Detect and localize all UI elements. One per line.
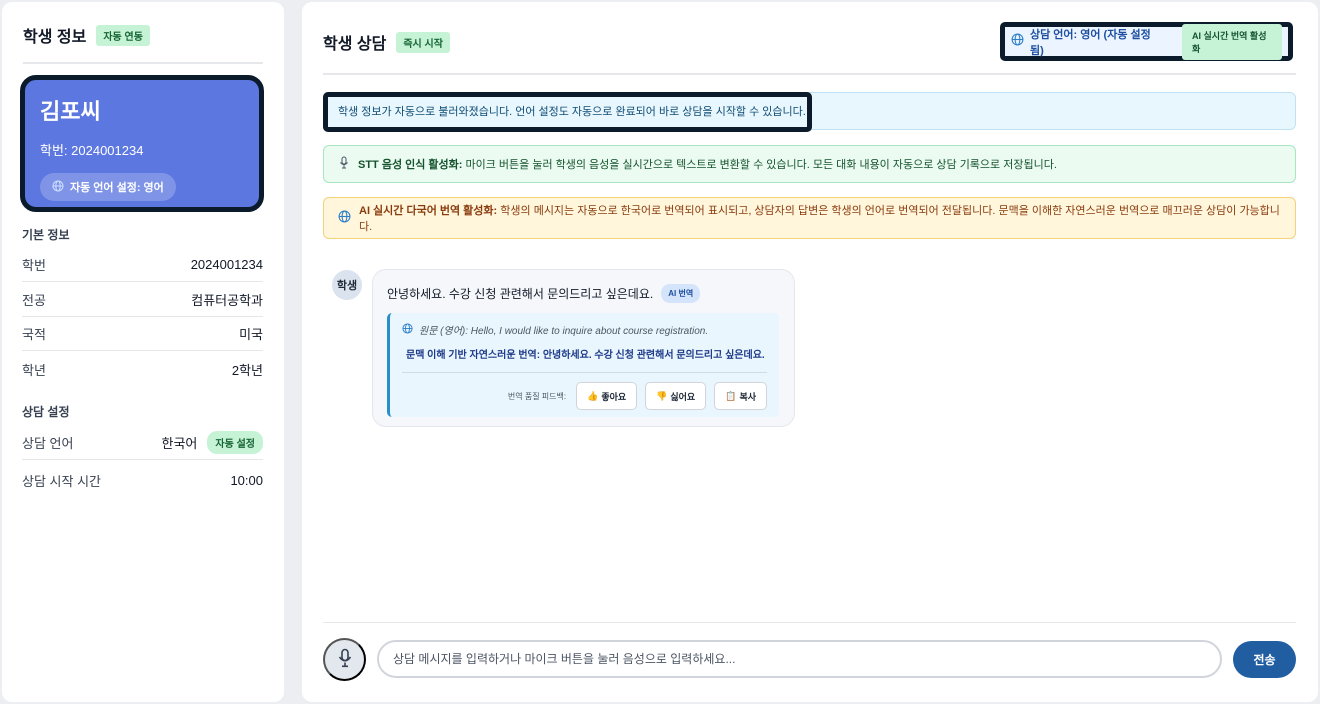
like-button[interactable]: 👍 좋아요 (576, 382, 638, 410)
message-text: 안녕하세요. 수강 신청 관련해서 문의드리고 싶은데요. (387, 287, 654, 301)
info-value: 한국어 (161, 436, 198, 451)
auto-sync-badge: 자동 연동 (96, 24, 150, 46)
info-value: 컴퓨터공학과 (191, 293, 263, 308)
student-message-bubble: 안녕하세요. 수강 신청 관련해서 문의드리고 싶은데요. AI 번역 원문 (… (372, 269, 795, 427)
globe-icon (402, 322, 413, 337)
divider (323, 622, 1296, 623)
auto-load-notice-text: 학생 정보가 자동으로 불러와졌습니다. 언어 설정도 자동으로 완료되어 바로… (338, 106, 806, 118)
divider (402, 372, 767, 373)
consult-settings-heading: 상담 설정 (22, 405, 70, 419)
instant-start-badge: 즉시 시작 (396, 31, 450, 53)
globe-icon (338, 210, 351, 226)
info-row-consult-language: 상담 언어 한국어 자동 설정 (22, 426, 263, 460)
stt-notice: STT 음성 인식 활성화: 마이크 버튼을 눌러 학생의 음성을 실시간으로 … (323, 145, 1296, 183)
like-label: 좋아요 (601, 391, 627, 402)
divider (23, 62, 263, 64)
info-row-start-time: 상담 시작 시간 10:00 (22, 463, 263, 497)
feedback-label: 번역 품질 피드백: (507, 391, 567, 401)
message-text-row: 안녕하세요. 수강 신청 관련해서 문의드리고 싶은데요. AI 번역 (387, 284, 780, 303)
info-key: 상담 시작 시간 (22, 473, 101, 489)
thumbs-up-icon: 👍 (587, 390, 599, 401)
auto-load-notice: 학생 정보가 자동으로 불러와졌습니다. 언어 설정도 자동으로 완료되어 바로… (323, 92, 1296, 132)
ai-translation-notice: AI 실시간 다국어 번역 활성화: 학생의 메시지는 자동으로 한국어로 번역… (323, 197, 1296, 239)
consultation-title: 학생 상담 (323, 36, 387, 53)
copy-label: 복사 (739, 391, 756, 402)
natural-translation: 문맥 이해 기반 자연스러운 번역: 안녕하세요. 수강 신청 관련해서 문의드… (406, 350, 765, 361)
student-info-header: 학생 정보 자동 연동 (23, 22, 263, 48)
translation-box: 원문 (영어): Hello, I would like to inquire … (387, 313, 779, 417)
student-card: 김포씨 학번: 2024001234 자동 언어 설정: 영어 (20, 75, 264, 212)
info-row-nationality: 국적 미국 (22, 317, 263, 351)
auto-set-badge: 자동 설정 (207, 431, 263, 454)
info-key: 학년 (22, 362, 46, 378)
copy-button[interactable]: 📋 복사 (714, 382, 767, 410)
divider (323, 73, 1296, 75)
ai-notice-title: AI 실시간 다국어 번역 활성화: (359, 205, 498, 217)
globe-icon (52, 180, 64, 195)
info-row-student-id: 학번 2024001234 (22, 248, 263, 282)
microphone-icon (337, 648, 353, 671)
language-status-box: 상담 언어: 영어 (자동 설정됨) AI 실시간 번역 활성화 (1000, 22, 1293, 61)
dislike-label: 싫어요 (670, 391, 696, 402)
original-text-row: 원문 (영어): Hello, I would like to inquire … (402, 322, 767, 337)
basic-info-heading: 기본 정보 (22, 228, 70, 242)
original-text: 원문 (영어): Hello, I would like to inquire … (419, 326, 709, 337)
microphone-button[interactable] (323, 638, 366, 681)
student-id: 학번: 2024001234 (40, 143, 144, 158)
info-key: 상담 언어 (22, 436, 74, 451)
info-value: 미국 (239, 327, 263, 342)
stt-notice-title: STT 음성 인식 활성화: (358, 159, 463, 171)
info-key: 국적 (22, 327, 46, 342)
ai-notice-text: 학생의 메시지는 자동으로 한국어로 번역되어 표시되고, 상담자의 답변은 학… (359, 205, 1280, 233)
globe-icon (1011, 33, 1024, 51)
dislike-button[interactable]: 👎 싫어요 (645, 382, 707, 410)
info-key: 전공 (22, 293, 46, 308)
stt-notice-text: 마이크 버튼을 눌러 학생의 음성을 실시간으로 텍스트로 변환할 수 있습니다… (465, 159, 1057, 171)
info-value: 2024001234 (190, 257, 263, 272)
microphone-icon (338, 156, 350, 172)
student-info-title: 학생 정보 (23, 29, 87, 46)
auto-language-chip: 자동 언어 설정: 영어 (40, 173, 176, 201)
thumbs-down-icon: 👎 (656, 390, 668, 401)
language-status-text: 상담 언어: 영어 (자동 설정됨) (1030, 28, 1151, 57)
consultation-header: 학생 상담 즉시 시작 (323, 30, 450, 54)
clipboard-icon: 📋 (725, 390, 737, 401)
translation-feedback: 번역 품질 피드백: 👍 좋아요 👎 싫어요 📋 복사 (402, 382, 767, 410)
info-row-major: 전공 컴퓨터공학과 (22, 283, 263, 317)
auto-language-label: 자동 언어 설정: 영어 (70, 182, 164, 194)
info-value: 2학년 (231, 362, 263, 378)
info-row-grade: 학년 2학년 (22, 352, 263, 386)
info-key: 학번 (22, 258, 46, 273)
info-value: 10:00 (230, 472, 263, 488)
send-button[interactable]: 전송 (1233, 641, 1296, 678)
ai-translated-tag: AI 번역 (661, 284, 701, 303)
ai-translation-badge: AI 실시간 번역 활성화 (1182, 23, 1282, 60)
message-input[interactable] (377, 640, 1222, 678)
student-name: 김포씨 (40, 99, 101, 124)
consultation-panel: 학생 상담 즉시 시작 상담 언어: 영어 (자동 설정됨) AI 실시간 번역… (302, 2, 1318, 702)
student-avatar: 학생 (332, 270, 362, 300)
